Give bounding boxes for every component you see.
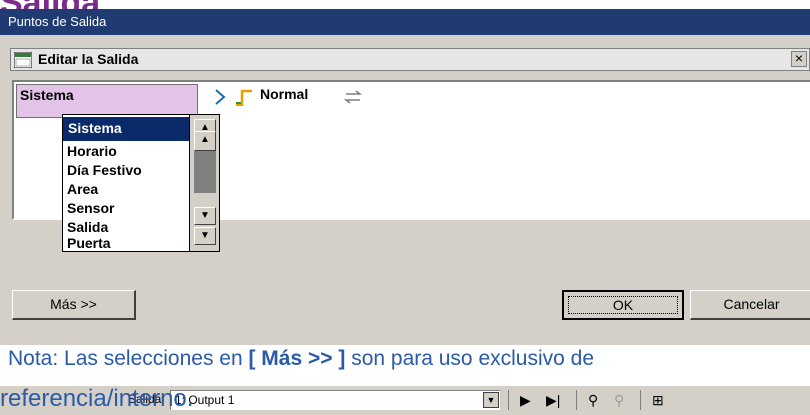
last-icon[interactable]: ▶|: [546, 392, 560, 409]
find-next-icon[interactable]: ⚲: [614, 392, 624, 409]
dialog-titlebar: Editar la Salida ×: [10, 48, 810, 71]
find-icon[interactable]: ⚲: [588, 392, 598, 409]
dropdown-item-sistema[interactable]: Sistema: [63, 117, 189, 141]
action-state[interactable]: Normal: [260, 86, 308, 102]
dropdown-item-area[interactable]: Area: [67, 181, 98, 197]
chevron-down-icon[interactable]: ▼: [483, 392, 499, 408]
step-icon: [236, 89, 252, 106]
more-button[interactable]: Más >>: [12, 290, 136, 320]
toolbar-separator: [576, 390, 577, 410]
toolbar-separator: [640, 390, 641, 410]
arrow-right-icon: [215, 89, 226, 105]
cancel-button[interactable]: Cancelar: [690, 290, 810, 320]
condition-token[interactable]: Sistema: [16, 84, 198, 118]
dropdown-item-sensor[interactable]: Sensor: [67, 200, 114, 216]
dropdown-item-dia-festivo[interactable]: Día Festivo: [67, 162, 142, 178]
condition-label: Sistema: [20, 87, 74, 103]
dropdown-item-horario[interactable]: Horario: [67, 143, 117, 159]
bottom-text: referencia/interno.: [0, 385, 194, 412]
scroll-down-icon[interactable]: ▼: [194, 207, 216, 225]
condition-dropdown-list[interactable]: Sistema Horario Día Festivo Area Sensor …: [62, 114, 190, 252]
scroll-up-icon[interactable]: ▲: [194, 131, 216, 151]
note-text: Nota: Las selecciones en [ Más >> ] son …: [8, 347, 594, 371]
dropdown-scrollbar[interactable]: ▲ ▲ ▼ ▼: [190, 114, 220, 252]
play-icon[interactable]: ▶: [520, 392, 531, 409]
scroll-down-icon[interactable]: ▼: [194, 227, 216, 245]
close-icon[interactable]: ×: [791, 51, 807, 67]
window-icon: [14, 52, 32, 68]
dialog-title: Editar la Salida: [38, 51, 139, 67]
window-titlebar: Puntos de Salida: [0, 9, 810, 35]
scroll-thumb[interactable]: [194, 151, 216, 193]
ok-button[interactable]: OK: [562, 290, 684, 320]
new-icon[interactable]: ⊞: [652, 392, 664, 409]
note-bracket: [ Más >> ]: [248, 347, 346, 370]
dropdown-item-salida[interactable]: Salida: [67, 219, 108, 235]
swap-icon[interactable]: [344, 90, 362, 104]
window-title: Puntos de Salida: [8, 14, 107, 29]
record-select[interactable]: 1: Output 1 ▼: [170, 390, 500, 410]
ok-label: OK: [612, 297, 634, 313]
note-prefix: Nota: Las selecciones en: [8, 347, 249, 370]
dropdown-item-puerta[interactable]: Puerta: [67, 235, 111, 251]
note-suffix: son para uso exclusivo de: [345, 347, 595, 370]
toolbar-separator: [508, 390, 509, 410]
